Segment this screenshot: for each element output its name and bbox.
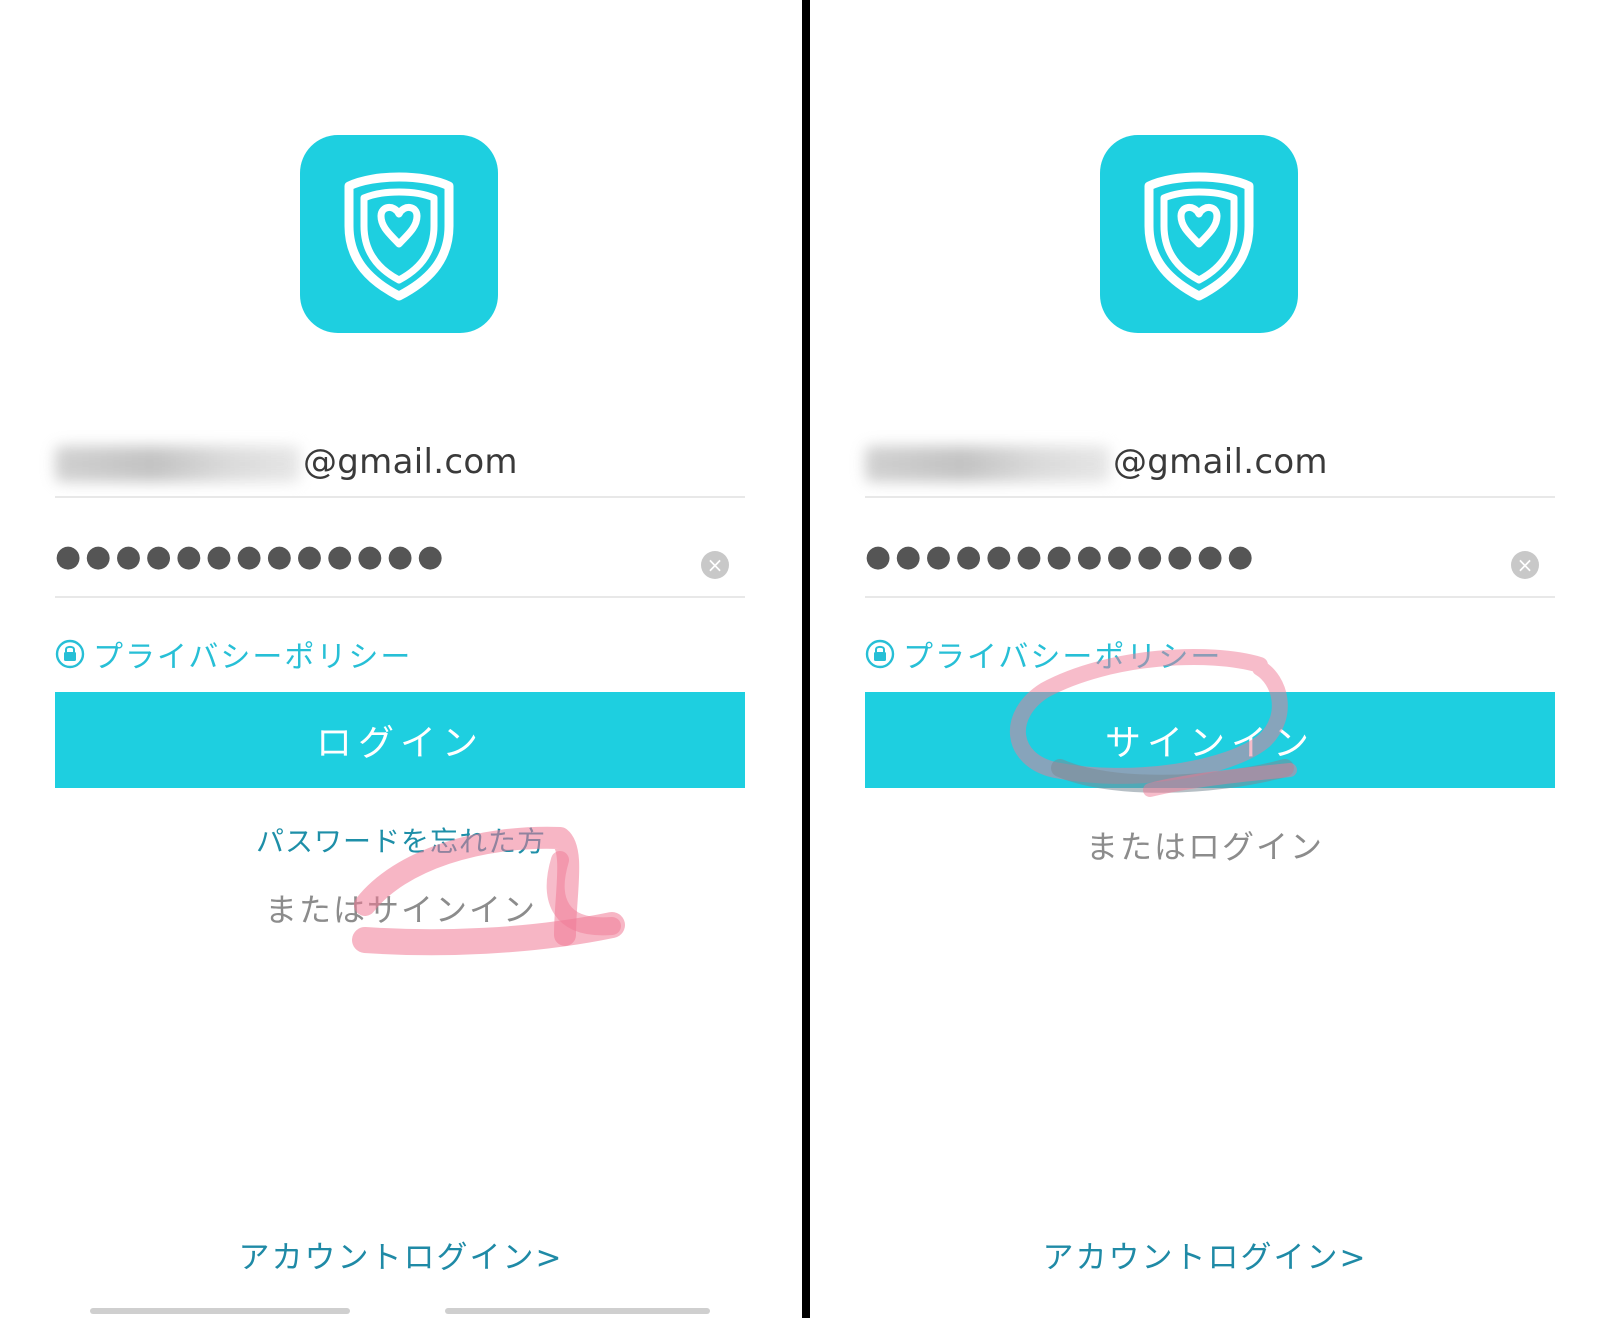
clear-icon[interactable]: ×	[701, 551, 729, 579]
lock-icon	[865, 639, 895, 669]
password-underline	[865, 596, 1555, 598]
redacted-email-prefix	[865, 446, 1110, 482]
shield-heart-icon	[344, 172, 454, 301]
shield-heart-icon	[1144, 172, 1254, 301]
privacy-policy-link[interactable]: プライバシーポリシー	[865, 632, 1222, 676]
forgot-password-link[interactable]: パスワードを忘れた方	[0, 820, 802, 860]
password-mask: ●●●●●●●●●●●●●	[865, 539, 1258, 574]
account-login-link[interactable]: アカウントログイン>	[810, 1232, 1600, 1277]
password-field[interactable]: ●●●●●●●●●●●●● ×	[865, 535, 1555, 595]
redacted-email-prefix	[55, 446, 300, 482]
email-field[interactable]: @gmail.com	[865, 428, 1555, 498]
bottom-bar-left	[90, 1308, 350, 1314]
bottom-bar-right	[445, 1308, 710, 1314]
clear-icon[interactable]: ×	[1511, 551, 1539, 579]
or-signin-link[interactable]: またはサインイン	[0, 885, 802, 931]
lock-icon	[55, 639, 85, 669]
app-logo	[300, 135, 498, 333]
signin-button[interactable]: サインイン	[865, 692, 1555, 788]
password-underline	[55, 596, 745, 598]
login-screen-left: @gmail.com ●●●●●●●●●●●●● × プライバシーポリシー ログ…	[0, 0, 802, 1318]
password-field[interactable]: ●●●●●●●●●●●●● ×	[55, 535, 745, 595]
email-underline	[865, 496, 1555, 498]
email-domain: @gmail.com	[1113, 442, 1328, 482]
privacy-policy-label: プライバシーポリシー	[903, 640, 1223, 675]
email-field[interactable]: @gmail.com	[55, 428, 745, 498]
privacy-policy-label: プライバシーポリシー	[93, 640, 413, 675]
or-login-link[interactable]: またはログイン	[810, 822, 1600, 868]
app-logo	[1100, 135, 1298, 333]
email-underline	[55, 496, 745, 498]
privacy-policy-link[interactable]: プライバシーポリシー	[55, 632, 412, 676]
login-button[interactable]: ログイン	[55, 692, 745, 788]
password-mask: ●●●●●●●●●●●●●	[55, 539, 448, 574]
login-screen-right: @gmail.com ●●●●●●●●●●●●● × プライバシーポリシー サイ…	[810, 0, 1600, 1318]
email-domain: @gmail.com	[303, 442, 518, 482]
panel-divider	[802, 0, 810, 1318]
account-login-link[interactable]: アカウントログイン>	[0, 1232, 802, 1277]
